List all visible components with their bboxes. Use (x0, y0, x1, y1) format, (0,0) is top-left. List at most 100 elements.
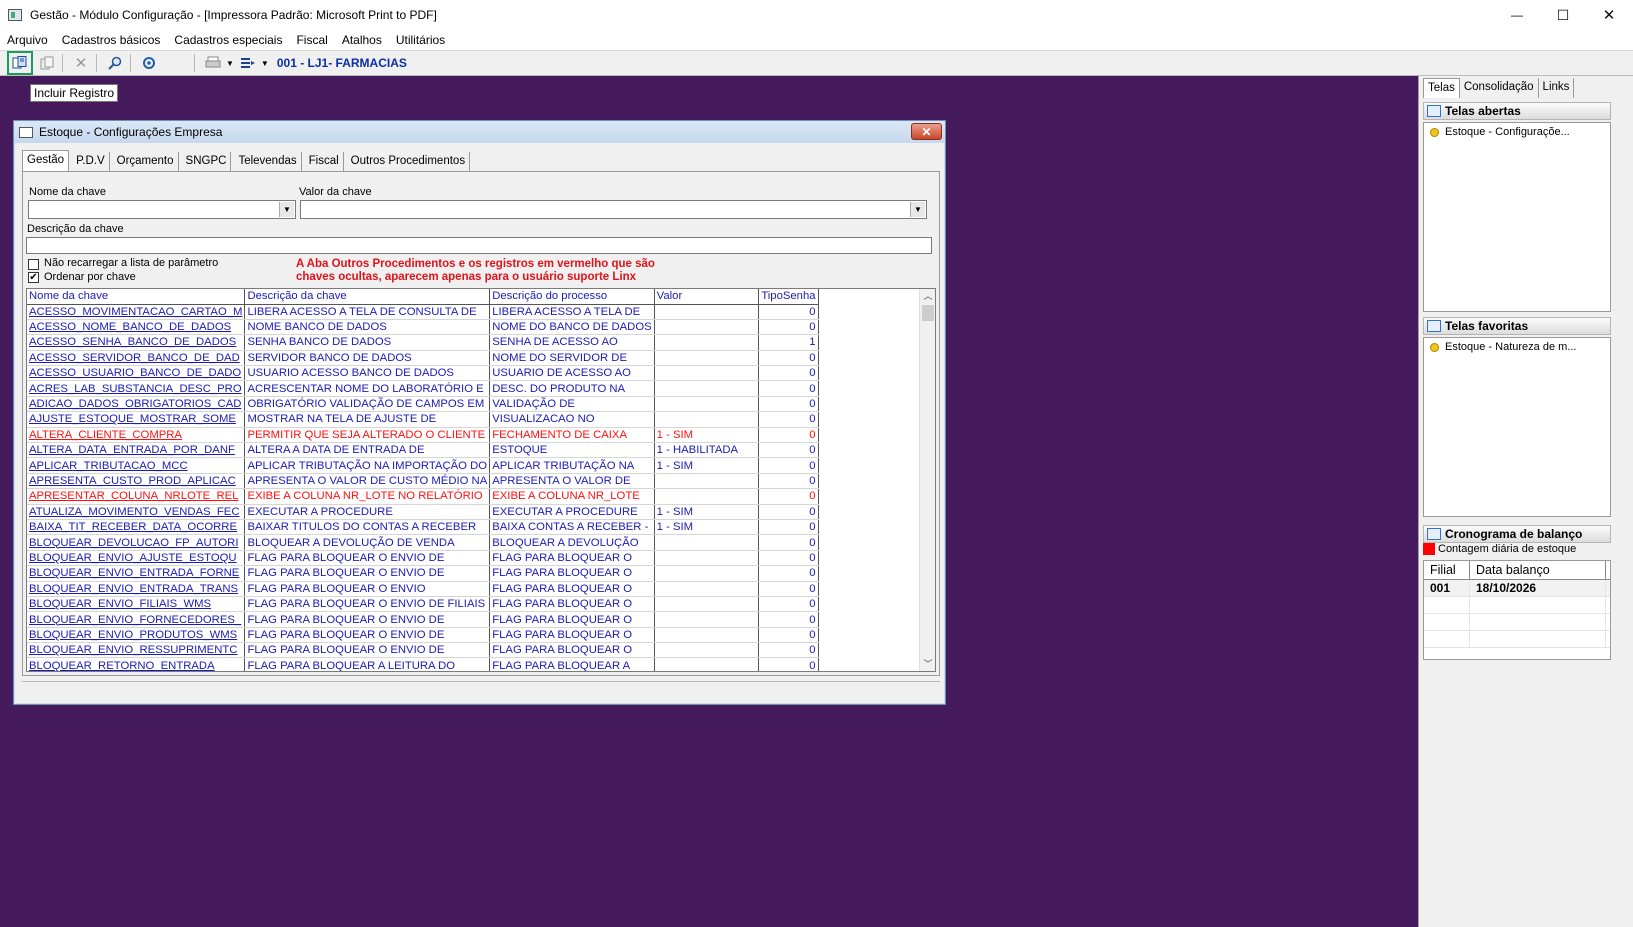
copy-icon[interactable] (36, 52, 58, 74)
balanco-grid[interactable]: Filial Data balanço 001 18/10/2026 (1423, 560, 1611, 660)
cell-nome-chave: APRESENTA_CUSTO_PROD_APLICAC (27, 473, 246, 490)
menu-cadastros-especiais[interactable]: Cadastros especiais (167, 33, 289, 47)
maximize-button[interactable]: ☐ (1540, 0, 1586, 30)
cell-processo: VALIDAÇÃO DE (489, 396, 655, 413)
app-icon (8, 9, 22, 21)
tab-sngpc[interactable]: SNGPC (182, 152, 232, 171)
cell-nome-chave: AJUSTE_ESTOQUE_MOSTRAR_SOME (27, 411, 246, 428)
store-label: 001 - LJ1- FARMACIAS (276, 56, 407, 70)
cell-nome-chave: BLOQUEAR_ENVIO_PRODUTOS_WMS (27, 627, 246, 644)
cell-filler (818, 396, 935, 411)
table-row[interactable]: BLOQUEAR_ENVIO_PRODUTOS_WMS FLAG PARA BLO… (27, 627, 935, 644)
dialog-close-button[interactable]: ✕ (911, 123, 942, 140)
grid-scrollbar[interactable]: ︿ ﹀ (919, 289, 935, 671)
cell-descricao: MOSTRAR NA TELA DE AJUSTE DE (244, 411, 491, 428)
table-row[interactable]: ACESSO_MOVIMENTACAO_CARTAO_M LIBERA ACESS… (27, 304, 935, 320)
table-row[interactable]: ALTERA_DATA_ENTRADA_POR_DANF ALTERA A DAT… (27, 442, 935, 459)
cell-tipo-senha: 0 (758, 550, 819, 567)
table-row[interactable]: APRESENTAR_COLUNA_NRLOTE_REL EXIBE A COLU… (27, 488, 935, 505)
col-filial[interactable]: Filial (1424, 561, 1470, 579)
table-row[interactable]: APRESENTA_CUSTO_PROD_APLICAC APRESENTA O … (27, 473, 935, 490)
scroll-up-icon[interactable]: ︿ (920, 289, 935, 303)
table-row[interactable]: BLOQUEAR_ENVIO_FORNECEDORES_ FLAG PARA BL… (27, 611, 935, 628)
table-row[interactable]: ACESSO_NOME_BANCO_DE_DADOS NOME BANCO DE … (27, 319, 935, 336)
table-row[interactable]: BAIXA_TIT_RECEBER_DATA_OCORRE BAIXAR TITU… (27, 519, 935, 536)
cell-filler (818, 458, 935, 473)
col-descricao-chave[interactable]: Descrição da chave (244, 289, 491, 305)
table-row[interactable]: ACESSO_SERVIDOR_BANCO_DE_DAD SERVIDOR BAN… (27, 350, 935, 367)
tab-pdv[interactable]: P.D.V (72, 152, 110, 171)
tab-fiscal[interactable]: Fiscal (305, 152, 344, 171)
nao-recarregar-checkbox[interactable] (28, 259, 39, 270)
chevron-down-icon[interactable]: ▼ (226, 59, 234, 68)
chevron-down-icon[interactable]: ▼ (910, 202, 925, 217)
cell-processo: EXIBE A COLUNA NR_LOTE (489, 488, 655, 505)
settings-icon[interactable] (138, 52, 160, 74)
window-icon (1427, 320, 1441, 332)
table-row[interactable]: BLOQUEAR_ENVIO_ENTRADA_TRANS FLAG PARA BL… (27, 581, 935, 597)
table-row[interactable]: ACESSO_USUARIO_BANCO_DE_DADO USUARIO ACES… (27, 365, 935, 382)
table-row[interactable]: AJUSTE_ESTOQUE_MOSTRAR_SOME MOSTRAR NA TE… (27, 411, 935, 428)
descricao-chave-input[interactable] (26, 237, 932, 254)
table-row[interactable]: BLOQUEAR_DEVOLUCAO_FP_AUTORI BLOQUEAR A D… (27, 534, 935, 551)
table-row[interactable]: ACESSO_SENHA_BANCO_DE_DADOS SENHA BANCO D… (27, 334, 935, 351)
chevron-down-icon[interactable]: ▼ (279, 202, 294, 217)
tab-orcamento[interactable]: Orçamento (113, 152, 179, 171)
cell-filler (818, 658, 935, 671)
chevron-down-icon[interactable]: ▼ (261, 59, 269, 68)
table-row[interactable]: APLICAR_TRIBUTACAO_MCC APLICAR TRIBUTAÇÃO… (27, 457, 935, 474)
nome-chave-select[interactable]: ▼ (28, 200, 296, 219)
table-row[interactable]: BLOQUEAR_RETORNO_ENTRADA FLAG PARA BLOQUE… (27, 657, 935, 671)
col-tipo-senha[interactable]: TipoSenha (758, 289, 819, 305)
table-row[interactable]: BLOQUEAR_ENVIO_RESSUPRIMENTC FLAG PARA BL… (27, 642, 935, 659)
table-row[interactable]: ALTERA_CLIENTE_COMPRA PERMITIR QUE SEJA A… (27, 427, 935, 444)
table-row[interactable]: ACRES_LAB_SUBSTANCIA_DESC_PRO ACRESCENTAR… (27, 380, 935, 397)
print-icon[interactable] (202, 52, 224, 74)
menu-bar: Arquivo Cadastros básicos Cadastros espe… (0, 30, 1633, 50)
parameters-grid[interactable]: Nome da chave Descrição da chave Descriç… (26, 288, 936, 672)
tab-outros-procedimentos[interactable]: Outros Procedimentos (347, 152, 471, 171)
minimize-button[interactable]: — (1494, 0, 1540, 30)
tab-links[interactable]: Links (1539, 78, 1575, 98)
tab-gestao[interactable]: Gestão (22, 150, 70, 171)
cell-nome-chave: BLOQUEAR_ENVIO_ENTRADA_FORNE (27, 565, 246, 582)
table-row[interactable]: BLOQUEAR_ENVIO_FILIAIS_WMS FLAG PARA BLOQ… (27, 596, 935, 613)
table-row[interactable]: 001 18/10/2026 (1424, 580, 1610, 597)
cell-nome-chave: APRESENTAR_COLUNA_NRLOTE_REL (27, 488, 246, 505)
scroll-down-icon[interactable]: ﹀ (920, 657, 935, 671)
delete-icon[interactable]: ✕ (70, 52, 92, 74)
col-valor[interactable]: Valor (654, 289, 760, 305)
valor-chave-select[interactable]: ▼ (300, 200, 927, 219)
ordenar-checkbox[interactable]: ✔ (28, 272, 39, 283)
table-row[interactable]: ATUALIZA_MOVIMENTO_VENDAS_FEC EXECUTAR A … (27, 504, 935, 520)
close-window-button[interactable]: ✕ (1586, 0, 1632, 30)
list-item[interactable]: Estoque - Natureza de m... (1424, 338, 1610, 353)
include-record-icon[interactable] (7, 51, 33, 75)
col-descricao-processo[interactable]: Descrição do processo (489, 289, 655, 305)
table-header: Nome da chave Descrição da chave Descriç… (27, 289, 935, 305)
window-icon (19, 126, 33, 138)
legend-label: Contagem diária de estoque (1438, 543, 1577, 555)
table-row[interactable]: ADICAO_DADOS_OBRIGATORIOS_CAD OBRIGATÓRIO… (27, 396, 935, 413)
cell-nome-chave: BLOQUEAR_ENVIO_AJUSTE_ESTOQU (27, 550, 246, 567)
menu-utilitarios[interactable]: Utilitários (389, 33, 452, 47)
search-icon[interactable] (104, 52, 126, 74)
tab-telas[interactable]: Telas (1423, 78, 1460, 98)
cell-tipo-senha: 0 (758, 657, 819, 671)
menu-fiscal[interactable]: Fiscal (289, 33, 334, 47)
table-row[interactable]: BLOQUEAR_ENVIO_ENTRADA_FORNE FLAG PARA BL… (27, 565, 935, 582)
tab-televendas[interactable]: Televendas (234, 152, 302, 171)
tab-consolidacao[interactable]: Consolidação (1460, 78, 1539, 98)
menu-atalhos[interactable]: Atalhos (335, 33, 389, 47)
scroll-thumb[interactable] (922, 305, 934, 321)
export-icon[interactable] (237, 52, 259, 74)
col-data-balanco[interactable]: Data balanço (1470, 561, 1606, 579)
menu-cadastros-basicos[interactable]: Cadastros básicos (55, 33, 168, 47)
menu-arquivo[interactable]: Arquivo (0, 33, 55, 47)
cell-tipo-senha: 0 (758, 627, 819, 644)
col-nome-chave[interactable]: Nome da chave (27, 289, 246, 305)
dialog-title: Estoque - Configurações Empresa (39, 125, 223, 139)
dialog-title-bar[interactable]: Estoque - Configurações Empresa (14, 121, 945, 143)
list-item[interactable]: Estoque - Configuraçõe... (1424, 123, 1610, 138)
table-row[interactable]: BLOQUEAR_ENVIO_AJUSTE_ESTOQU FLAG PARA BL… (27, 550, 935, 567)
